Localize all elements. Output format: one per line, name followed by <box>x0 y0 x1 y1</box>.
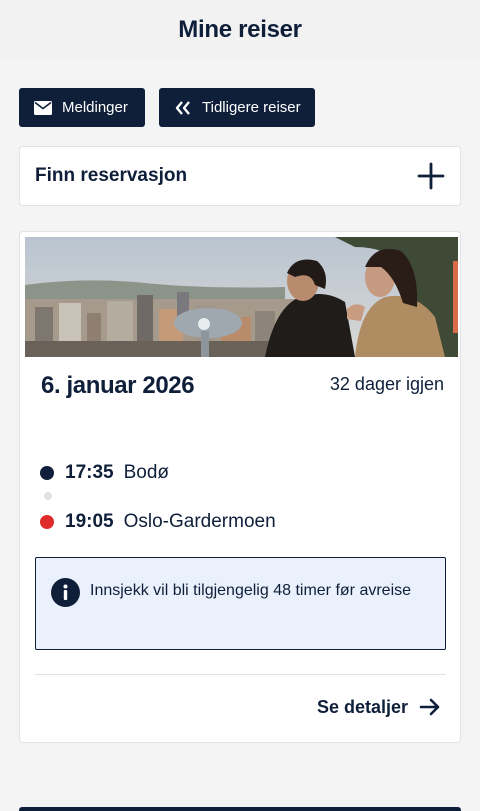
find-reservation-label: Finn reservasjon <box>35 165 188 186</box>
route-connector-dot <box>44 492 52 500</box>
previous-trips-button[interactable]: Tidligere reiser <box>159 88 315 127</box>
double-chevron-left-icon <box>173 98 193 118</box>
messages-button[interactable]: Meldinger <box>19 88 145 127</box>
arrival-place: Oslo-Gardermoen <box>123 511 276 532</box>
previous-trips-label: Tidligere reiser <box>202 99 301 116</box>
arrival-time: 19:05 <box>65 511 114 532</box>
arrival-dot <box>40 515 54 529</box>
trip-card[interactable]: 6. januar 2026 32 dager igjen 17:35 Bodø… <box>19 231 461 743</box>
see-details-link[interactable]: Se detaljer <box>317 695 442 719</box>
checkin-info-box: Innsjekk vil bli tilgjengelig 48 timer f… <box>35 557 446 650</box>
page-title: Mine reiser <box>178 16 302 43</box>
departure-row: 17:35 Bodø <box>40 462 169 484</box>
arrow-right-icon <box>418 695 442 719</box>
departure-place: Bodø <box>123 462 170 483</box>
departure-dot <box>40 466 54 480</box>
see-details-label: Se detaljer <box>316 696 408 717</box>
info-icon <box>51 578 80 607</box>
departure-time: 17:35 <box>65 462 114 483</box>
app-header: Mine reiser <box>0 0 480 60</box>
action-bar: Meldinger Tidligere reiser <box>0 60 480 127</box>
divider <box>35 674 446 675</box>
checkin-info-text: Innsjekk vil bli tilgjengelig 48 timer f… <box>90 582 412 599</box>
find-reservation-row[interactable]: Finn reservasjon <box>19 146 461 206</box>
arrival-row: 19:05 Oslo-Gardermoen <box>40 511 276 533</box>
messages-label: Meldinger <box>62 99 128 116</box>
plus-icon[interactable] <box>416 161 446 191</box>
envelope-icon <box>33 98 53 118</box>
next-card-edge <box>19 807 461 811</box>
trip-date: 6. januar 2026 <box>41 372 195 399</box>
trip-photo <box>25 237 458 357</box>
days-remaining: 32 dager igjen <box>329 374 444 394</box>
